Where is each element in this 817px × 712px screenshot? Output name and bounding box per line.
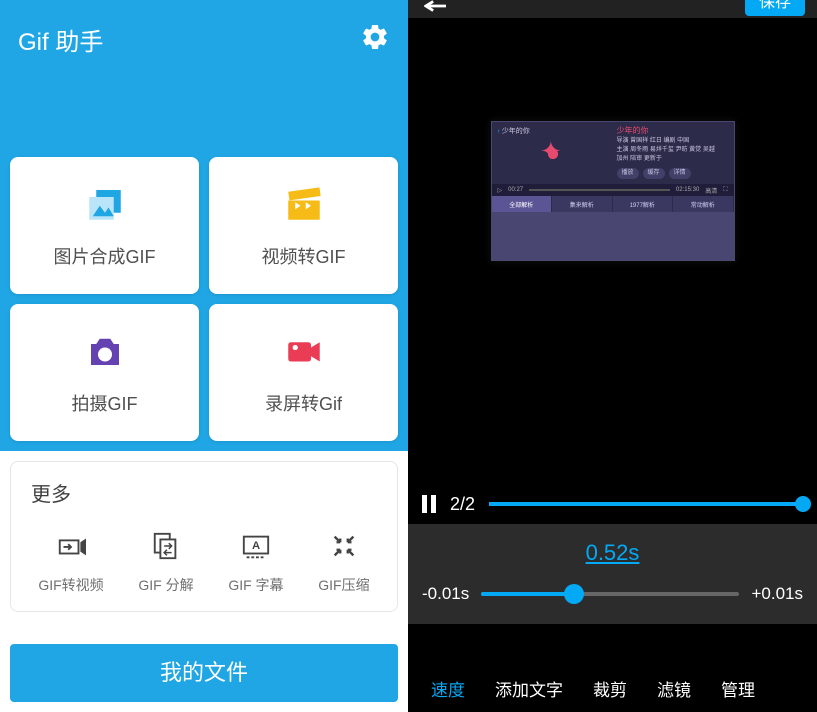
thumb-quality: 高清 [705,186,717,195]
thumb-tab: 全部解析 [492,196,553,212]
more-item-label: GIF压缩 [318,575,369,595]
tab-add-text[interactable]: 添加文字 [480,676,578,701]
image-compose-gif-card[interactable]: 图片合成GIF [10,157,199,294]
my-files-button[interactable]: 我的文件 [10,644,398,702]
card-label: 拍摄GIF [72,390,138,416]
app-title: Gif 助手 [18,22,103,57]
gif-helper-app: Gif 助手 图片合成GIF 视频转GIF 拍摄GIF [0,0,408,712]
svg-text:A: A [252,540,260,552]
video-camera-icon [283,330,325,372]
pause-icon[interactable] [422,495,436,513]
video-thumbnail: ‹ 少年的你 少年的你 导演 曾国祥 红日 编剧 中国 主演 周冬雨 易烊千玺 … [491,121,735,261]
seek-slider[interactable] [489,502,803,506]
thumb-btn: 缓存 [643,168,665,179]
thumb-top-title: ‹ 少年的你 [498,126,609,136]
camera-icon [84,330,126,372]
card-label: 图片合成GIF [54,243,156,269]
speed-decrement-label[interactable]: -0.01s [422,584,469,604]
video-to-gif-card[interactable]: 视频转GIF [209,157,398,294]
frame-position: 2/2 [450,494,475,515]
compress-icon [329,531,359,561]
editor-tabs: 速度 添加文字 裁剪 滤镜 管理 [408,664,817,712]
play-bar: 2/2 [408,484,817,524]
thumb-footer [492,212,734,260]
main-cards: 图片合成GIF 视频转GIF 拍摄GIF 录屏转Gif [0,157,408,451]
screen-record-gif-card[interactable]: 录屏转Gif [209,304,398,441]
thumb-time-left: 00:27 [508,187,523,193]
tab-filter[interactable]: 滤镜 [642,676,706,701]
speed-thumb[interactable] [564,584,584,604]
gif-subtitle-item[interactable]: A GIF 字幕 [228,531,283,595]
gif-compress-item[interactable]: GIF压缩 [318,531,369,595]
speed-slider[interactable] [481,592,739,596]
back-arrow-icon[interactable] [424,0,446,18]
film-arrows-icon [56,531,86,561]
thumb-tab: 集来解析 [552,196,613,212]
tab-manage[interactable]: 管理 [706,676,770,701]
preview-area: ‹ 少年的你 少年的你 导演 曾国祥 红日 编剧 中国 主演 周冬雨 易烊千玺 … [408,18,817,484]
thumb-btn: 播放 [617,168,639,179]
more-title: 更多 [21,478,387,507]
thumb-time-right: 02:15:30 [676,187,699,193]
editor-header: 保存 [408,0,817,18]
thumb-right-title: 少年的你 [617,126,728,135]
thumb-meta: 主演 周冬雨 易烊千玺 尹昉 黄觉 吴越 [617,146,728,155]
more-item-label: GIF转视频 [38,575,103,595]
more-items-row: GIF转视频 GIF 分解 A GIF 字幕 GIF压缩 [21,531,387,595]
speed-increment-label[interactable]: +0.01s [751,584,803,604]
thumb-tab: 常动解析 [673,196,734,212]
speed-fill [481,592,574,596]
play-small-icon: ▷ [498,187,503,194]
gif-to-video-item[interactable]: GIF转视频 [38,531,103,595]
thumb-meta: 导演 曾国祥 红日 编剧 中国 [617,137,728,146]
thumb-meta: 加州 陪审 更新于 [617,155,728,164]
gif-editor-app: 保存 ‹ 少年的你 少年的你 导演 曾国祥 红日 编剧 中国 主演 周冬雨 易烊… [408,0,817,712]
speed-value-link[interactable]: 0.52s [586,540,640,566]
more-section: 更多 GIF转视频 GIF 分解 A GIF 字幕 [10,461,398,612]
star-logo-icon [539,140,567,168]
save-button[interactable]: 保存 [745,0,805,16]
more-item-label: GIF 字幕 [228,575,283,595]
spacer [408,624,817,664]
images-icon [84,183,126,225]
swap-pages-icon [151,531,181,561]
subtitle-icon: A [241,531,271,561]
card-label: 视频转GIF [262,243,346,269]
thumb-seek [529,189,670,191]
more-item-label: GIF 分解 [138,575,193,595]
clapper-icon [283,183,325,225]
header: Gif 助手 [0,0,408,157]
gif-decompose-item[interactable]: GIF 分解 [138,531,193,595]
fullscreen-icon: ⛶ [723,187,727,194]
shoot-gif-card[interactable]: 拍摄GIF [10,304,199,441]
thumb-tab: 1977解析 [613,196,674,212]
card-label: 录屏转Gif [265,390,342,416]
tab-crop[interactable]: 裁剪 [578,676,642,701]
gear-icon[interactable] [360,22,390,57]
tab-speed[interactable]: 速度 [416,676,480,701]
speed-panel: 0.52s -0.01s +0.01s [408,524,817,624]
thumb-btn: 详情 [669,168,691,179]
